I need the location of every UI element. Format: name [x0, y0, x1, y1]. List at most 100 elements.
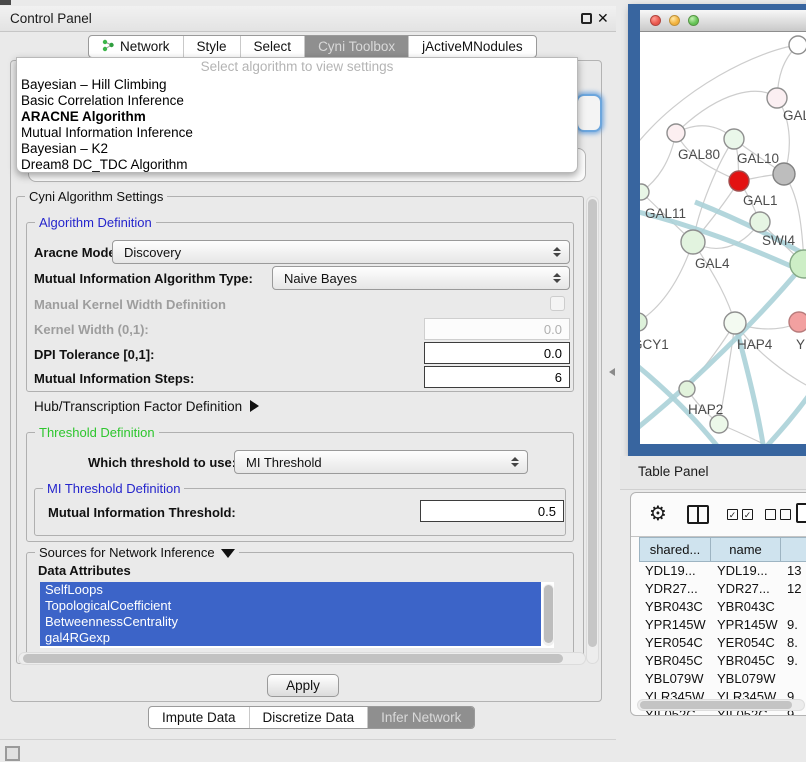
table-hscroll-thumb[interactable] — [640, 701, 792, 709]
network-edge[interactable] — [693, 242, 735, 323]
table-cell: YDR27... — [711, 580, 781, 598]
network-edge[interactable] — [641, 133, 676, 192]
table-row[interactable]: YDR27...YDR27...12 — [639, 580, 806, 598]
algorithm-option[interactable]: Dream8 DC_TDC Algorithm — [17, 157, 577, 173]
cyni-settings-group-label: Cyni Algorithm Settings — [25, 189, 167, 204]
network-edge[interactable] — [640, 242, 693, 322]
table-cell: YPR145W — [639, 616, 711, 634]
apply-button[interactable]: Apply — [267, 674, 339, 697]
algorithm-option[interactable]: Mutual Information Inference — [17, 125, 577, 141]
deselect-all-icon[interactable] — [780, 509, 791, 520]
settings-gear-icon[interactable]: ⚙ — [649, 502, 667, 526]
column-header[interactable]: shared... — [639, 537, 711, 562]
hub-section-toggle[interactable]: Hub/Transcription Factor Definition — [34, 399, 259, 414]
bottom-tab-strip: Impute Data Discretize Data Infer Network — [148, 706, 475, 729]
network-node[interactable] — [750, 212, 770, 232]
attribute-item[interactable]: TopologicalCoefficient — [40, 598, 541, 614]
tab-cyni-toolbox[interactable]: Cyni Toolbox — [305, 36, 409, 57]
sources-group-label[interactable]: Sources for Network Inference — [35, 545, 239, 560]
network-node[interactable] — [679, 381, 695, 397]
splitter-collapse-icon[interactable] — [609, 368, 615, 376]
which-threshold-label: Which threshold to use: — [88, 455, 236, 470]
algorithm-option[interactable]: Bayesian – K2 — [17, 141, 577, 157]
tab-discretize-data[interactable]: Discretize Data — [250, 707, 369, 728]
tab-infer-network[interactable]: Infer Network — [368, 707, 474, 728]
network-node[interactable] — [789, 312, 806, 332]
node-label: GCY1 — [640, 337, 669, 352]
mi-steps-field[interactable]: 6 — [424, 366, 570, 388]
minimize-traffic-light-icon[interactable] — [669, 15, 680, 26]
select-all-icon[interactable]: ✓ — [727, 509, 738, 520]
algorithm-option[interactable]: Bayesian – Hill Climbing — [17, 77, 577, 93]
mi-algorithm-type-combo[interactable]: Naive Bayes — [272, 266, 570, 290]
network-window-titlebar[interactable] — [640, 10, 806, 32]
network-node[interactable] — [724, 312, 746, 334]
column-header[interactable] — [781, 537, 806, 562]
network-node[interactable] — [790, 250, 806, 278]
settings-horizontal-scrollbar[interactable] — [18, 652, 586, 665]
mi-steps-value: 6 — [555, 370, 562, 385]
network-canvas[interactable]: GALGAL80GAL10GAL1GAL11SWI4GAL4GCY1HAP4YH… — [640, 32, 806, 444]
network-node[interactable] — [729, 171, 749, 191]
close-traffic-light-icon[interactable] — [650, 15, 661, 26]
table-row[interactable]: YDL19...YDL19...13 — [639, 562, 806, 580]
tab-label: Impute Data — [162, 710, 236, 725]
network-node[interactable] — [667, 124, 685, 142]
network-node[interactable] — [710, 415, 728, 433]
table-row[interactable]: YBL079WYBL079W — [639, 670, 806, 688]
network-node[interactable] — [681, 230, 705, 254]
panel-bottom-divider — [0, 739, 616, 740]
table-cell: YBR043C — [639, 598, 711, 616]
close-icon[interactable]: ✕ — [597, 10, 609, 27]
table-horizontal-scrollbar[interactable] — [637, 699, 805, 711]
network-node[interactable] — [640, 184, 649, 200]
network-edge-thick[interactable] — [758, 387, 806, 444]
mi-algorithm-type-value: Naive Bayes — [284, 271, 357, 286]
dpi-tolerance-field[interactable]: 0.0 — [424, 342, 570, 364]
settings-vscroll-thumb[interactable] — [588, 199, 597, 647]
mi-threshold-value: 0.5 — [538, 504, 556, 519]
table-cell: YBR045C — [639, 652, 711, 670]
new-table-icon[interactable] — [796, 503, 806, 523]
zoom-traffic-light-icon[interactable] — [688, 15, 699, 26]
which-threshold-combo[interactable]: MI Threshold — [234, 450, 528, 474]
network-node[interactable] — [773, 163, 795, 185]
network-node[interactable] — [789, 36, 806, 54]
attributes-scrollbar[interactable] — [543, 584, 554, 646]
mi-threshold-field[interactable]: 0.5 — [420, 500, 564, 522]
attribute-item[interactable]: BetweennessCentrality — [40, 614, 541, 630]
column-layout-icon[interactable] — [687, 505, 709, 524]
float-window-icon[interactable] — [581, 13, 592, 24]
column-header[interactable]: name — [711, 537, 781, 562]
deselect-all-icon[interactable] — [765, 509, 776, 520]
select-all-icon[interactable]: ✓ — [742, 509, 753, 520]
tab-jactivemnodules[interactable]: jActiveMNodules — [409, 36, 536, 57]
attribute-item[interactable]: SelfLoops — [40, 582, 541, 598]
tab-style[interactable]: Style — [184, 36, 241, 57]
settings-vertical-scrollbar[interactable] — [586, 196, 599, 664]
network-view-window[interactable]: GALGAL80GAL10GAL1GAL11SWI4GAL4GCY1HAP4YH… — [628, 4, 806, 456]
table-row[interactable]: YBR043CYBR043C — [639, 598, 806, 616]
table-row[interactable]: YBR045CYBR045C9. — [639, 652, 806, 670]
network-node[interactable] — [767, 88, 787, 108]
aracne-mode-combo[interactable]: Discovery — [112, 240, 570, 264]
manual-kernel-checkbox[interactable] — [550, 296, 565, 311]
node-label: HAP4 — [737, 337, 773, 352]
tab-label: Discretize Data — [263, 710, 355, 725]
table-row[interactable]: YPR145WYPR145W9. — [639, 616, 806, 634]
attributes-scrollbar-thumb[interactable] — [544, 585, 553, 643]
tab-network[interactable]: Network — [89, 36, 184, 57]
tab-select[interactable]: Select — [241, 36, 306, 57]
network-node[interactable] — [724, 129, 744, 149]
kernel-width-field[interactable]: 0.0 — [424, 318, 570, 340]
table-row[interactable]: YER054CYER054C8. — [639, 634, 806, 652]
tab-impute-data[interactable]: Impute Data — [149, 707, 250, 728]
dock-mini-icon[interactable] — [5, 746, 20, 761]
algorithm-option[interactable]: Basic Correlation Inference — [17, 93, 577, 109]
help-button[interactable] — [576, 94, 602, 132]
attribute-item[interactable]: gal4RGexp — [40, 630, 541, 646]
tab-label: Network — [120, 39, 170, 54]
settings-hscroll-thumb[interactable] — [23, 654, 563, 663]
data-attributes-list[interactable]: SelfLoopsTopologicalCoefficientBetweenne… — [40, 582, 554, 648]
algorithm-option[interactable]: ARACNE Algorithm — [17, 109, 577, 125]
